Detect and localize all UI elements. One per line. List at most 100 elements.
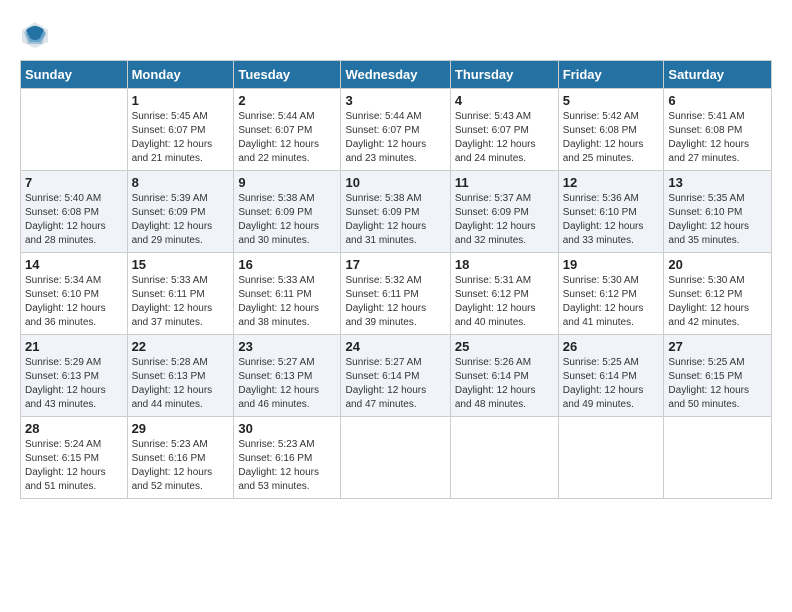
calendar-cell — [664, 417, 772, 499]
calendar-cell: 1Sunrise: 5:45 AM Sunset: 6:07 PM Daylig… — [127, 89, 234, 171]
calendar-cell: 29Sunrise: 5:23 AM Sunset: 6:16 PM Dayli… — [127, 417, 234, 499]
calendar-week-row: 14 Sunrise: 5:34 AM Sunset: 6:10 PM Dayli… — [21, 253, 772, 335]
day-info: Sunrise: 5:37 AM Sunset: 6:09 PM Dayligh… — [455, 192, 554, 248]
calendar-cell — [450, 417, 558, 499]
day-info: Sunrise: 5:40 AM Sunset: 6:08 PM Dayligh… — [25, 192, 123, 248]
calendar-cell: 26 Sunrise: 5:25 AM Sunset: 6:14 PM Dayli… — [558, 335, 664, 417]
day-info: Sunrise: 5:44 AM Sunset: 6:07 PM Dayligh… — [238, 110, 336, 166]
calendar-cell: 3 Sunrise: 5:44 AM Sunset: 6:07 PM Daylig… — [341, 89, 450, 171]
calendar-cell: 27 Sunrise: 5:25 AM Sunset: 6:15 PM Dayli… — [664, 335, 772, 417]
day-info: Sunrise: 5:25 AM Sunset: 6:14 PM Dayligh… — [563, 356, 660, 412]
day-info: Sunrise: 5:30 AM Sunset: 6:12 PM Dayligh… — [563, 274, 660, 330]
day-number: 30 — [238, 421, 336, 436]
day-info: Sunrise: 5:29 AM Sunset: 6:13 PM Dayligh… — [25, 356, 123, 412]
day-number: 8 — [132, 175, 230, 190]
calendar-header-tuesday: Tuesday — [234, 61, 341, 89]
day-number: 25 — [455, 339, 554, 354]
day-number: 15 — [132, 257, 230, 272]
calendar-cell: 22 Sunrise: 5:28 AM Sunset: 6:13 PM Dayli… — [127, 335, 234, 417]
day-number: 14 — [25, 257, 123, 272]
day-info: Sunrise: 5:30 AM Sunset: 6:12 PM Dayligh… — [668, 274, 767, 330]
calendar-cell: 18 Sunrise: 5:31 AM Sunset: 6:12 PM Dayli… — [450, 253, 558, 335]
day-number: 3 — [345, 93, 445, 108]
calendar-cell: 19 Sunrise: 5:30 AM Sunset: 6:12 PM Dayli… — [558, 253, 664, 335]
day-info: Sunrise: 5:33 AM Sunset: 6:11 PM Dayligh… — [238, 274, 336, 330]
day-number: 24 — [345, 339, 445, 354]
day-info: Sunrise: 5:35 AM Sunset: 6:10 PM Dayligh… — [668, 192, 767, 248]
calendar-cell — [558, 417, 664, 499]
calendar-cell: 9 Sunrise: 5:38 AM Sunset: 6:09 PM Daylig… — [234, 171, 341, 253]
day-number: 16 — [238, 257, 336, 272]
day-number: 9 — [238, 175, 336, 190]
day-info: Sunrise: 5:33 AM Sunset: 6:11 PM Dayligh… — [132, 274, 230, 330]
calendar-week-row: 1Sunrise: 5:45 AM Sunset: 6:07 PM Daylig… — [21, 89, 772, 171]
day-number: 5 — [563, 93, 660, 108]
day-number: 4 — [455, 93, 554, 108]
day-info: Sunrise: 5:44 AM Sunset: 6:07 PM Dayligh… — [345, 110, 445, 166]
day-number: 28 — [25, 421, 123, 436]
day-info: Sunrise: 5:41 AM Sunset: 6:08 PM Dayligh… — [668, 110, 767, 166]
logo — [20, 20, 54, 50]
calendar-cell: 28 Sunrise: 5:24 AM Sunset: 6:15 PM Dayli… — [21, 417, 128, 499]
day-number: 21 — [25, 339, 123, 354]
day-number: 1 — [132, 93, 230, 108]
day-number: 17 — [345, 257, 445, 272]
calendar-header-sunday: Sunday — [21, 61, 128, 89]
day-info: Sunrise: 5:38 AM Sunset: 6:09 PM Dayligh… — [238, 192, 336, 248]
calendar-cell: 8 Sunrise: 5:39 AM Sunset: 6:09 PM Daylig… — [127, 171, 234, 253]
day-number: 26 — [563, 339, 660, 354]
day-info: Sunrise: 5:27 AM Sunset: 6:14 PM Dayligh… — [345, 356, 445, 412]
page-header — [20, 20, 772, 50]
day-info: Sunrise: 5:34 AM Sunset: 6:10 PM Dayligh… — [25, 274, 123, 330]
day-number: 27 — [668, 339, 767, 354]
logo-icon — [20, 20, 50, 50]
day-info: Sunrise: 5:36 AM Sunset: 6:10 PM Dayligh… — [563, 192, 660, 248]
calendar-cell: 4 Sunrise: 5:43 AM Sunset: 6:07 PM Daylig… — [450, 89, 558, 171]
day-number: 10 — [345, 175, 445, 190]
day-number: 20 — [668, 257, 767, 272]
day-info: Sunrise: 5:28 AM Sunset: 6:13 PM Dayligh… — [132, 356, 230, 412]
day-info: Sunrise: 5:23 AM Sunset: 6:16 PM Dayligh… — [238, 438, 336, 494]
calendar-cell: 10 Sunrise: 5:38 AM Sunset: 6:09 PM Dayli… — [341, 171, 450, 253]
calendar-cell: 30 Sunrise: 5:23 AM Sunset: 6:16 PM Dayli… — [234, 417, 341, 499]
calendar-cell: 5 Sunrise: 5:42 AM Sunset: 6:08 PM Daylig… — [558, 89, 664, 171]
day-number: 11 — [455, 175, 554, 190]
day-info: Sunrise: 5:26 AM Sunset: 6:14 PM Dayligh… — [455, 356, 554, 412]
calendar-cell: 17 Sunrise: 5:32 AM Sunset: 6:11 PM Dayli… — [341, 253, 450, 335]
day-number: 2 — [238, 93, 336, 108]
calendar-header-friday: Friday — [558, 61, 664, 89]
calendar-week-row: 7 Sunrise: 5:40 AM Sunset: 6:08 PM Daylig… — [21, 171, 772, 253]
calendar-cell: 25 Sunrise: 5:26 AM Sunset: 6:14 PM Dayli… — [450, 335, 558, 417]
calendar-week-row: 28 Sunrise: 5:24 AM Sunset: 6:15 PM Dayli… — [21, 417, 772, 499]
calendar-cell: 21 Sunrise: 5:29 AM Sunset: 6:13 PM Dayli… — [21, 335, 128, 417]
calendar-cell — [21, 89, 128, 171]
day-info: Sunrise: 5:39 AM Sunset: 6:09 PM Dayligh… — [132, 192, 230, 248]
calendar-cell: 6Sunrise: 5:41 AM Sunset: 6:08 PM Daylig… — [664, 89, 772, 171]
day-info: Sunrise: 5:42 AM Sunset: 6:08 PM Dayligh… — [563, 110, 660, 166]
calendar-header-wednesday: Wednesday — [341, 61, 450, 89]
day-number: 19 — [563, 257, 660, 272]
day-number: 29 — [132, 421, 230, 436]
day-info: Sunrise: 5:31 AM Sunset: 6:12 PM Dayligh… — [455, 274, 554, 330]
day-number: 18 — [455, 257, 554, 272]
calendar-cell: 14 Sunrise: 5:34 AM Sunset: 6:10 PM Dayli… — [21, 253, 128, 335]
calendar-cell: 12 Sunrise: 5:36 AM Sunset: 6:10 PM Dayli… — [558, 171, 664, 253]
day-info: Sunrise: 5:32 AM Sunset: 6:11 PM Dayligh… — [345, 274, 445, 330]
day-info: Sunrise: 5:24 AM Sunset: 6:15 PM Dayligh… — [25, 438, 123, 494]
calendar-header-thursday: Thursday — [450, 61, 558, 89]
day-number: 7 — [25, 175, 123, 190]
calendar-cell: 2 Sunrise: 5:44 AM Sunset: 6:07 PM Daylig… — [234, 89, 341, 171]
calendar-cell: 7 Sunrise: 5:40 AM Sunset: 6:08 PM Daylig… — [21, 171, 128, 253]
calendar-table: SundayMondayTuesdayWednesdayThursdayFrid… — [20, 60, 772, 499]
calendar-cell: 11 Sunrise: 5:37 AM Sunset: 6:09 PM Dayli… — [450, 171, 558, 253]
calendar-week-row: 21 Sunrise: 5:29 AM Sunset: 6:13 PM Dayli… — [21, 335, 772, 417]
day-info: Sunrise: 5:43 AM Sunset: 6:07 PM Dayligh… — [455, 110, 554, 166]
day-info: Sunrise: 5:25 AM Sunset: 6:15 PM Dayligh… — [668, 356, 767, 412]
calendar-header-row: SundayMondayTuesdayWednesdayThursdayFrid… — [21, 61, 772, 89]
calendar-cell — [341, 417, 450, 499]
calendar-cell: 24 Sunrise: 5:27 AM Sunset: 6:14 PM Dayli… — [341, 335, 450, 417]
day-number: 12 — [563, 175, 660, 190]
calendar-header-saturday: Saturday — [664, 61, 772, 89]
day-info: Sunrise: 5:38 AM Sunset: 6:09 PM Dayligh… — [345, 192, 445, 248]
day-number: 22 — [132, 339, 230, 354]
